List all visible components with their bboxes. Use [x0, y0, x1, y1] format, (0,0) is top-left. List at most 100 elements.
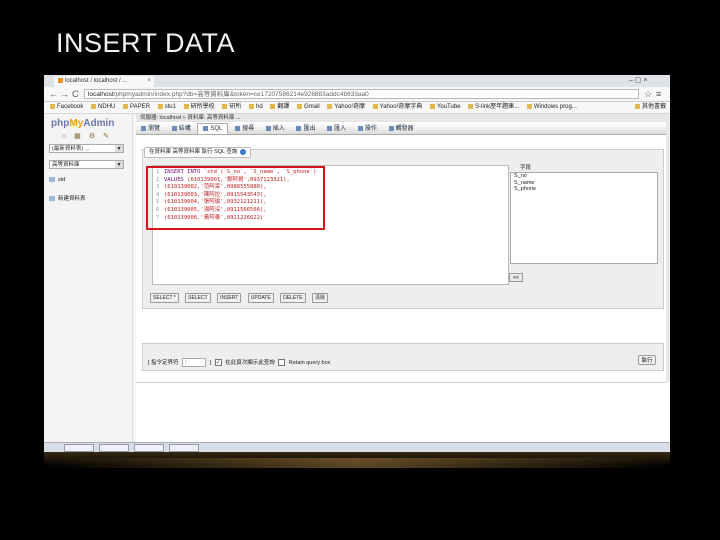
tab-import[interactable]: 匯入: [322, 124, 351, 135]
select-all-button[interactable]: SELECT *: [150, 293, 179, 303]
red-highlight-box: [146, 166, 325, 230]
retain-query-label: Retain query box: [288, 360, 331, 366]
taskbar-item[interactable]: [169, 444, 199, 452]
url-input[interactable]: localhost/phpmyadmin/index.php?db=高等資料庫&…: [84, 89, 639, 99]
browser-tab-title: localhost / localhost / ...: [65, 78, 128, 84]
decorative-glow: [44, 458, 670, 468]
go-button[interactable]: 執行: [638, 355, 656, 365]
url-host: localhost: [88, 91, 114, 98]
sidebar-item-std[interactable]: std: [49, 177, 65, 183]
tab-export[interactable]: 匯出: [291, 124, 320, 135]
bookmark-item[interactable]: Yahoo!奇摩: [327, 102, 365, 113]
windows-icon: [526, 103, 532, 109]
reload-icon[interactable]: C: [72, 88, 79, 100]
browse-icon: [141, 125, 146, 131]
insert-button[interactable]: INSERT: [217, 293, 242, 303]
yahoo-icon: [327, 103, 333, 109]
chevron-down-icon: ▼: [115, 161, 123, 168]
delimiter-row: [ 指令定界符 ; ] ✓ 在此頁次顯示此查詢 Retain query box: [148, 358, 331, 368]
retain-query-checkbox[interactable]: [278, 359, 286, 367]
bookmark-star-icon[interactable]: ☆: [644, 88, 652, 100]
bookmarks-bar: Facebook NDHU PAPER stu1 研所學校 研所 hd 翻譯 G…: [44, 102, 670, 114]
bookmark-item[interactable]: Facebook: [50, 102, 83, 113]
tab-sql[interactable]: SQL: [197, 123, 229, 134]
url-path: /phpmyadmin/index.php?db=高等資料庫&token=ce1…: [113, 91, 369, 98]
delete-button[interactable]: DELETE: [280, 293, 306, 303]
fields-list[interactable]: S_no S_name S_phone: [510, 172, 658, 264]
taskbar-item[interactable]: [134, 444, 164, 452]
gmail-icon: [297, 103, 303, 109]
show-again-label: 在此頁次顯示此查詢: [225, 360, 275, 366]
taskbar-item[interactable]: [64, 444, 94, 452]
bookmark-item[interactable]: 翻譯: [270, 102, 289, 113]
clear-button[interactable]: 清除: [312, 293, 329, 303]
delimiter-input[interactable]: ;: [182, 358, 207, 368]
scrollbar[interactable]: [666, 114, 670, 382]
window-controls[interactable]: – ▢ ×: [629, 75, 647, 86]
export-icon: [296, 125, 302, 131]
folder-icon: [249, 103, 255, 109]
chevron-down-icon: ▼: [115, 145, 123, 152]
delimiter-label: [ 指令定界符: [148, 360, 179, 366]
bookmark-item[interactable]: PAPER: [123, 102, 150, 113]
sidebar-toolbar-icons[interactable]: ⌂ ▦ ⚙ ✎: [62, 132, 112, 140]
breadcrumb[interactable]: 伺服器: localhost » 資料庫: 高等資料庫 ...: [136, 114, 666, 122]
menu-icon[interactable]: ≡: [656, 88, 661, 100]
tab-search[interactable]: 搜尋: [230, 124, 259, 135]
bookmark-item[interactable]: Gmail: [297, 102, 320, 113]
bookmark-item[interactable]: NDHU: [91, 102, 115, 113]
tab-operations[interactable]: 操作: [353, 124, 382, 135]
pma-main: 伺服器: localhost » 資料庫: 高等資料庫 ... 瀏覽 結構 SQ…: [136, 114, 670, 452]
bookmark-icon: [50, 103, 55, 109]
slide-title: INSERT DATA: [56, 28, 236, 58]
folder-icon: [91, 103, 97, 109]
pma-favicon-icon: [58, 77, 63, 83]
translate-icon: [270, 103, 276, 109]
pma-sidebar: phpMyAdmin ⌂ ▦ ⚙ ✎ (最新資料表) ... ▼ 高等資料庫 ▼ s…: [44, 114, 133, 452]
tab-insert[interactable]: 插入: [261, 124, 290, 135]
new-table-link[interactable]: 新建資料表: [49, 194, 86, 202]
forward-arrow-icon[interactable]: →: [60, 88, 69, 100]
tab-triggers[interactable]: 觸發器: [384, 124, 419, 135]
bookmark-item[interactable]: 研所學校: [183, 102, 215, 113]
other-bookmarks[interactable]: 其他書籤: [634, 102, 666, 113]
folder-icon: [183, 103, 189, 109]
tab-close-icon[interactable]: ×: [147, 76, 151, 87]
bookmark-item[interactable]: S-link歷年題庫...: [468, 102, 519, 113]
browser-screenshot: localhost / localhost / ... × – ▢ × ← → …: [44, 75, 670, 452]
bookmark-item[interactable]: 研所: [222, 102, 241, 113]
folder-icon: [222, 103, 228, 109]
bookmark-item[interactable]: YouTube: [429, 102, 460, 113]
divider: [136, 382, 666, 383]
slink-icon: [468, 103, 474, 109]
field-item[interactable]: S_phone: [511, 186, 657, 193]
taskbar-item[interactable]: [99, 444, 129, 452]
database-select[interactable]: 高等資料庫 ▼: [49, 160, 124, 169]
tab-strip: localhost / localhost / ... × – ▢ ×: [44, 75, 670, 87]
wrench-icon: [357, 125, 363, 131]
bookmark-item[interactable]: stu1: [157, 102, 176, 113]
recent-tables-select[interactable]: (最新資料表) ... ▼: [49, 144, 124, 153]
table-icon: [49, 177, 55, 183]
phpmyadmin-logo[interactable]: phpMyAdmin: [51, 118, 114, 129]
bookmark-item[interactable]: hd: [249, 102, 263, 113]
folder-icon: [123, 103, 129, 109]
back-arrow-icon[interactable]: ←: [49, 88, 58, 100]
select-button[interactable]: SELECT: [185, 293, 211, 303]
search-icon: [235, 125, 241, 131]
help-icon[interactable]: [240, 148, 247, 155]
insert-icon: [265, 125, 271, 131]
browser-tab[interactable]: localhost / localhost / ... ×: [54, 76, 154, 87]
update-button[interactable]: UPDATE: [247, 293, 274, 303]
bookmark-item[interactable]: Yahoo!奇摩字典: [372, 102, 422, 113]
fields-label: 字段: [520, 165, 532, 171]
bookmark-item[interactable]: Windows prog...: [526, 102, 577, 113]
tab-structure[interactable]: 結構: [167, 124, 196, 135]
structure-icon: [171, 125, 177, 131]
folder-icon: [634, 103, 640, 109]
tab-browse[interactable]: 瀏覽: [136, 124, 165, 135]
show-again-checkbox[interactable]: ✓: [214, 359, 222, 367]
folder-icon: [157, 103, 163, 109]
insert-field-button[interactable]: <<: [509, 273, 523, 282]
pma-tabs: 瀏覽 結構 SQL 搜尋 插入 匯出 匯入 操作 觸發器: [136, 123, 666, 135]
